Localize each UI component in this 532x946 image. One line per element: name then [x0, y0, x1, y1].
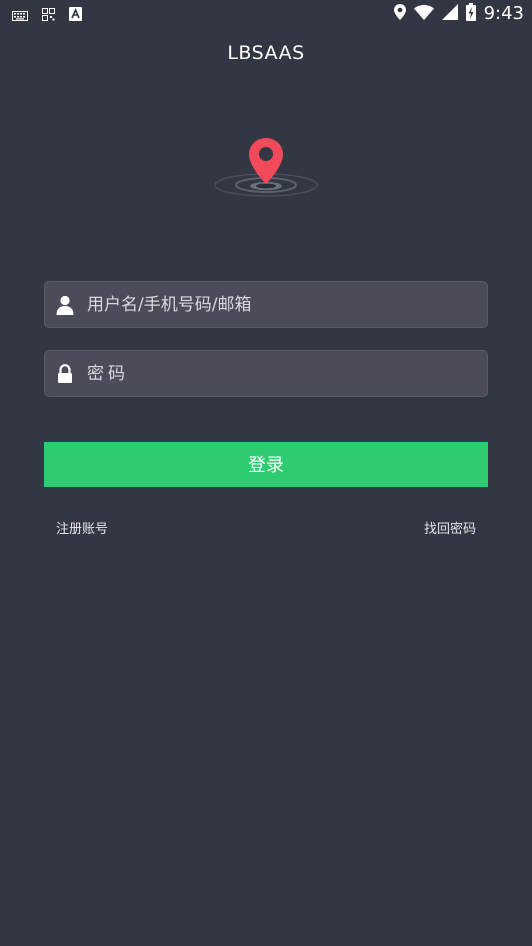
signal-icon: [441, 4, 458, 24]
username-input[interactable]: [87, 282, 477, 327]
wifi-icon: [413, 4, 434, 24]
register-link[interactable]: 注册账号: [56, 518, 108, 537]
status-time: 9:43: [483, 3, 524, 24]
keyboard-icon: [12, 6, 28, 25]
app-title: LBSAAS: [227, 42, 305, 64]
a-box-icon: [69, 6, 82, 25]
status-right-icons: 9:43: [393, 3, 524, 25]
status-bar: 9:43: [0, 0, 532, 27]
lock-icon: [55, 364, 75, 384]
user-icon: [55, 295, 75, 315]
qr-grid-icon: [42, 6, 55, 25]
username-field[interactable]: [44, 281, 488, 328]
password-input[interactable]: [87, 351, 477, 396]
battery-charging-icon: [465, 3, 476, 25]
forgot-password-link[interactable]: 找回密码: [424, 518, 476, 537]
login-screen: 9:43 LBSAAS 用户名/手机号码/邮箱 登录 注册账号 找回密码: [0, 0, 532, 946]
login-button[interactable]: 登录: [44, 442, 488, 487]
map-pin-icon: [212, 132, 320, 202]
status-left-icons: [12, 6, 82, 25]
location-icon: [393, 4, 406, 24]
password-field[interactable]: [44, 350, 488, 397]
